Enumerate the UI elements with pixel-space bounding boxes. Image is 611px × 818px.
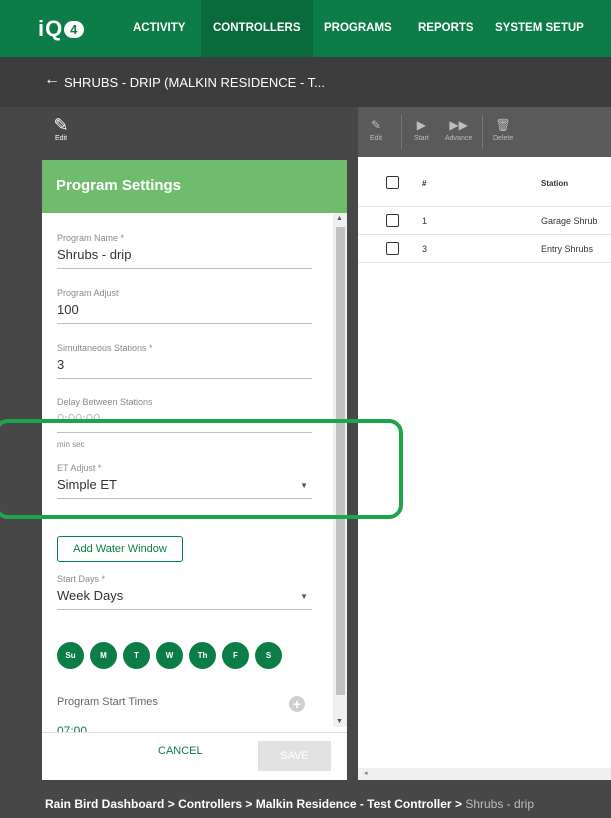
chevron-down-icon[interactable]: ▼: [300, 481, 308, 490]
toolbar-divider: [401, 115, 402, 149]
toolbar-edit-button[interactable]: ✎ Edit: [370, 117, 382, 142]
day-wednesday[interactable]: W: [156, 642, 183, 669]
scroll-up-icon[interactable]: ▲: [336, 215, 343, 222]
top-navigation: iQ 4 ACTIVITY CONTROLLERS PROGRAMS REPORT…: [0, 0, 611, 57]
page-title: SHRUBS - DRIP (MALKIN RESIDENCE - T...: [64, 75, 326, 90]
toolbar-divider: [482, 115, 483, 149]
delay-between-stations-field[interactable]: Delay Between Stations 0:00:00: [57, 397, 312, 433]
pencil-icon: ✎: [371, 118, 382, 132]
select-all-checkbox[interactable]: [386, 176, 399, 189]
pencil-icon: ✎: [53, 115, 69, 135]
app-logo[interactable]: iQ 4: [38, 16, 85, 42]
program-name-input[interactable]: Shrubs - drip: [57, 247, 312, 269]
delay-unit: min sec: [57, 440, 85, 449]
program-start-times-label: Program Start Times: [57, 696, 158, 708]
day-thursday[interactable]: Th: [189, 642, 216, 669]
program-name-field[interactable]: Program Name * Shrubs - drip: [57, 233, 312, 269]
start-days-select[interactable]: Week Days: [57, 588, 312, 610]
start-days-field[interactable]: Start Days * Week Days ▼: [57, 574, 312, 610]
table-row[interactable]: 3 Entry Shrubs: [358, 236, 611, 263]
toolbar-advance-button[interactable]: ▶▶ Advance: [445, 117, 472, 142]
breadcrumb-controllers[interactable]: Controllers: [178, 797, 242, 811]
column-number: #: [422, 179, 427, 188]
column-station[interactable]: Station: [541, 179, 568, 188]
toolbar-start-button[interactable]: ▶ Start: [414, 117, 429, 142]
chevron-down-icon[interactable]: ▼: [300, 592, 308, 601]
table-row[interactable]: 1 Garage Shrub: [358, 208, 611, 235]
row-checkbox[interactable]: [386, 242, 399, 255]
breadcrumb-dashboard[interactable]: Rain Bird Dashboard: [45, 797, 164, 811]
toolbar-delete-button[interactable]: 🗑 Delete: [493, 117, 513, 142]
nav-system-setup[interactable]: SYSTEM SETUP: [495, 0, 584, 57]
breadcrumb-current: Shrubs - drip: [465, 797, 535, 811]
panel-footer: CANCEL SAVE: [42, 732, 347, 780]
day-tuesday[interactable]: T: [123, 642, 150, 669]
horizontal-scrollbar[interactable]: ◂: [358, 768, 611, 780]
add-water-window-button[interactable]: Add Water Window: [57, 536, 183, 562]
day-friday[interactable]: F: [222, 642, 249, 669]
scroll-thumb[interactable]: [336, 227, 345, 695]
table-header: # Station: [358, 157, 611, 207]
panel-title: Program Settings: [42, 160, 347, 213]
delay-input[interactable]: 0:00:00: [57, 411, 312, 433]
nav-controllers[interactable]: CONTROLLERS: [201, 0, 313, 57]
play-icon: ▶: [416, 118, 427, 132]
cancel-button[interactable]: CANCEL: [158, 745, 203, 757]
edit-program-button[interactable]: ✎ Edit: [46, 115, 76, 142]
scroll-down-icon[interactable]: ▼: [336, 718, 343, 725]
plus-circle-icon[interactable]: +: [289, 696, 305, 712]
stations-table: # Station 1 Garage Shrub 3 Entry Shrubs …: [358, 157, 611, 780]
breadcrumb: Rain Bird Dashboard > Controllers > Malk…: [45, 797, 535, 811]
breadcrumb-controller[interactable]: Malkin Residence - Test Controller: [256, 797, 452, 811]
nav-activity[interactable]: ACTIVITY: [133, 0, 185, 57]
simultaneous-stations-field[interactable]: Simultaneous Stations * 3: [57, 343, 312, 379]
program-adjust-field[interactable]: Program Adjust 100: [57, 288, 312, 324]
scroll-left-icon[interactable]: ◂: [364, 769, 368, 777]
arrow-left-icon[interactable]: ←: [44, 71, 60, 89]
save-button[interactable]: SAVE: [258, 741, 331, 771]
program-settings-panel: Program Settings ▲ ▼ Program Name * Shru…: [42, 160, 347, 780]
et-adjust-select[interactable]: Simple ET: [57, 477, 312, 499]
day-sunday[interactable]: Su: [57, 642, 84, 669]
trash-icon: 🗑: [495, 118, 511, 132]
row-checkbox[interactable]: [386, 214, 399, 227]
day-monday[interactable]: M: [90, 642, 117, 669]
et-adjust-field[interactable]: ET Adjust * Simple ET ▼: [57, 463, 312, 499]
day-saturday[interactable]: S: [255, 642, 282, 669]
nav-programs[interactable]: PROGRAMS: [324, 0, 392, 57]
station-toolbar: ✎ Edit ▶ Start ▶▶ Advance 🗑 Delete: [358, 107, 611, 157]
page-title-bar: ← SHRUBS - DRIP (MALKIN RESIDENCE - T...: [0, 57, 611, 107]
vertical-scrollbar[interactable]: ▲ ▼: [333, 213, 347, 727]
program-adjust-input[interactable]: 100: [57, 302, 312, 324]
simultaneous-stations-input[interactable]: 3: [57, 357, 312, 379]
fast-forward-icon: ▶▶: [449, 118, 468, 132]
nav-reports[interactable]: REPORTS: [418, 0, 474, 57]
